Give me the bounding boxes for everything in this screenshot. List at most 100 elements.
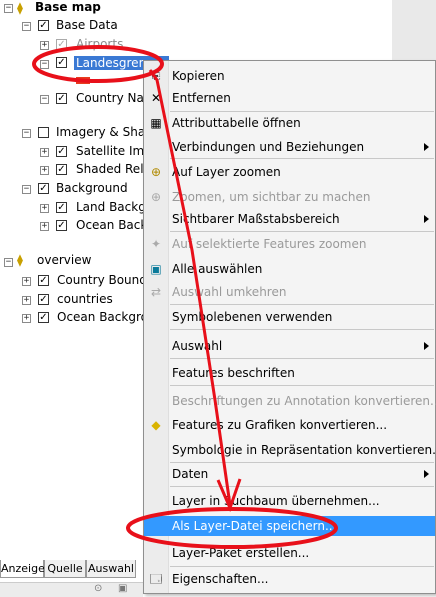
layer-group-base-data[interactable]: Base Data xyxy=(56,16,118,34)
menu-item-grafiken-konvertieren[interactable]: ◆ Features zu Grafiken konvertieren... xyxy=(144,415,435,435)
layer-group-background[interactable]: Background xyxy=(56,179,128,197)
menu-item-entfernen[interactable]: ✕ Entfernen xyxy=(144,88,435,108)
checkbox-base-data[interactable]: ✓ xyxy=(38,20,49,31)
submenu-arrow-icon xyxy=(424,470,429,478)
menu-separator xyxy=(170,385,434,386)
layer-airports[interactable]: Airports xyxy=(76,35,123,53)
checkbox-countries[interactable]: ✓ xyxy=(38,294,49,305)
menu-item-auswahl-umkehren[interactable]: ⇄ Auswahl umkehren xyxy=(144,282,435,302)
menu-item-kopieren[interactable]: ⎘ Kopieren xyxy=(144,66,435,86)
tab-label: Quelle xyxy=(47,562,83,575)
data-frame-label: overview xyxy=(37,253,92,267)
menu-item-verbindungen[interactable]: Verbindungen und Beziehungen xyxy=(144,137,435,157)
select-all-icon: ▣ xyxy=(150,262,162,276)
menu-item-auswahl[interactable]: Auswahl xyxy=(144,336,435,356)
checkbox-landesgrenzen[interactable]: ✓ xyxy=(56,57,67,68)
menu-item-annotation-konvertieren[interactable]: Beschriftungen zu Annotation konvertiere… xyxy=(144,391,436,411)
menu-item-label: Beschriftungen zu Annotation konvertiere… xyxy=(172,394,436,408)
checkbox-country-names[interactable]: ✓ xyxy=(56,93,67,104)
checkbox-ocean-background[interactable]: ✓ xyxy=(56,220,67,231)
properties-icon: 🗔 xyxy=(149,572,163,586)
menu-item-label: Zoomen, um sichtbar zu machen xyxy=(172,190,371,204)
expander-land-background[interactable]: + xyxy=(40,204,49,213)
tab-label: Anzeige xyxy=(1,562,45,575)
checkbox-land-background[interactable]: ✓ xyxy=(56,202,67,213)
checkbox-country-boundaries[interactable]: ✓ xyxy=(38,275,49,286)
expander-overview[interactable]: − xyxy=(4,258,13,267)
toolbar-icon[interactable]: ⊙ xyxy=(94,583,102,594)
layer-ocean-background-overview[interactable]: Ocean Backgrou xyxy=(57,308,156,326)
tab-quelle[interactable]: Quelle xyxy=(44,560,86,578)
tab-auswahl[interactable]: Auswahl xyxy=(86,560,136,578)
menu-item-label: Sichtbarer Maßstabsbereich xyxy=(172,212,340,226)
expander-base-data[interactable]: − xyxy=(22,22,31,31)
zoom-visible-icon: ⊕ xyxy=(150,190,162,204)
menu-item-auf-layer-zoomen[interactable]: ⊕ Auf Layer zoomen xyxy=(144,162,435,182)
submenu-arrow-icon xyxy=(424,215,429,223)
menu-item-label: Als Layer-Datei speichern... xyxy=(172,519,337,533)
data-frame-overview[interactable]: overview xyxy=(37,251,91,269)
expander-background[interactable]: − xyxy=(22,185,31,194)
expander-base-map[interactable]: − xyxy=(4,4,13,13)
expander-countries[interactable]: + xyxy=(22,296,31,305)
expander-satellite[interactable]: + xyxy=(40,148,49,157)
menu-separator xyxy=(170,566,434,567)
tab-anzeige[interactable]: Anzeige xyxy=(0,560,45,578)
expander-country-names[interactable]: − xyxy=(40,95,49,104)
menu-item-label: Layer in Suchbaum übernehmen... xyxy=(172,494,380,508)
checkbox-airports[interactable]: ✓ xyxy=(56,39,67,50)
menu-item-daten[interactable]: Daten xyxy=(144,464,435,484)
menu-item-label: Features beschriften xyxy=(172,366,295,380)
layer-label: Airports xyxy=(76,37,124,51)
layer-label: Imagery & Shad xyxy=(56,125,153,139)
menu-item-label: Verbindungen und Beziehungen xyxy=(172,140,365,154)
expander-shaded-relief[interactable]: + xyxy=(40,166,49,175)
expander-ocean-background-overview[interactable]: + xyxy=(22,314,31,323)
data-frame-icon: ⧫ xyxy=(17,253,23,267)
menu-item-label: Auf Layer zoomen xyxy=(172,165,281,179)
menu-item-label: Features zu Grafiken konvertieren... xyxy=(172,418,388,432)
menu-item-eigenschaften[interactable]: 🗔 Eigenschaften... xyxy=(144,569,435,589)
layer-countries[interactable]: countries xyxy=(57,290,113,308)
menu-item-zoomen-sichtbar[interactable]: ⊕ Zoomen, um sichtbar zu machen xyxy=(144,187,435,207)
menu-item-features-beschriften[interactable]: Features beschriften xyxy=(144,363,435,383)
convert-graphics-icon: ◆ xyxy=(151,418,161,432)
menu-item-label: Attributtabelle öffnen xyxy=(172,116,301,130)
table-icon: ▦ xyxy=(150,116,162,130)
expander-landesgrenzen[interactable]: − xyxy=(40,60,49,69)
menu-item-alle-auswaehlen[interactable]: ▣ Alle auswählen xyxy=(144,259,435,279)
menu-item-massstabsbereich[interactable]: Sichtbarer Maßstabsbereich xyxy=(144,209,435,229)
layer-country-boundaries[interactable]: Country Bounda xyxy=(57,271,154,289)
checkbox-ocean-background-overview[interactable]: ✓ xyxy=(38,312,49,323)
remove-icon: ✕ xyxy=(150,91,162,105)
expander-country-boundaries[interactable]: + xyxy=(22,277,31,286)
menu-item-als-layer-datei[interactable]: Als Layer-Datei speichern... xyxy=(144,516,435,536)
menu-item-attributtabelle[interactable]: ▦ Attributtabelle öffnen xyxy=(144,113,435,133)
expander-airports[interactable]: + xyxy=(40,41,49,50)
layer-land-background[interactable]: Land Backgr xyxy=(76,198,151,216)
menu-item-suchbaum[interactable]: Layer in Suchbaum übernehmen... xyxy=(144,491,435,511)
menu-separator xyxy=(170,462,434,463)
menu-separator xyxy=(170,158,434,159)
submenu-arrow-icon xyxy=(424,342,429,350)
menu-item-label: Entfernen xyxy=(172,91,231,105)
checkbox-shaded-relief[interactable]: ✓ xyxy=(56,164,67,175)
data-frame-base-map[interactable]: Base map xyxy=(35,0,101,16)
layer-label: Ocean Backgrou xyxy=(57,310,156,324)
menu-item-symbolebenen[interactable]: Symbolebenen verwenden xyxy=(144,307,435,327)
expander-ocean-background[interactable]: + xyxy=(40,222,49,231)
menu-item-zoom-selected[interactable]: ✦ Auf selektierte Features zoomen xyxy=(144,234,435,254)
menu-item-label: Eigenschaften... xyxy=(172,572,269,586)
menu-separator xyxy=(170,111,434,112)
checkbox-imagery[interactable] xyxy=(38,127,49,138)
expander-imagery[interactable]: − xyxy=(22,129,31,138)
layer-group-imagery[interactable]: Imagery & Shad xyxy=(56,123,153,141)
menu-separator xyxy=(170,304,434,305)
menu-item-layer-paket[interactable]: Layer-Paket erstellen... xyxy=(144,543,435,563)
menu-item-label: Auswahl xyxy=(172,339,223,353)
toolbar-icon[interactable]: ▣ xyxy=(118,583,127,594)
menu-item-label: Symbologie in Repräsentation konvertiere… xyxy=(172,443,436,457)
checkbox-background[interactable]: ✓ xyxy=(38,183,49,194)
checkbox-satellite[interactable]: ✓ xyxy=(56,146,67,157)
menu-item-repraesentation[interactable]: Symbologie in Repräsentation konvertiere… xyxy=(144,440,436,460)
